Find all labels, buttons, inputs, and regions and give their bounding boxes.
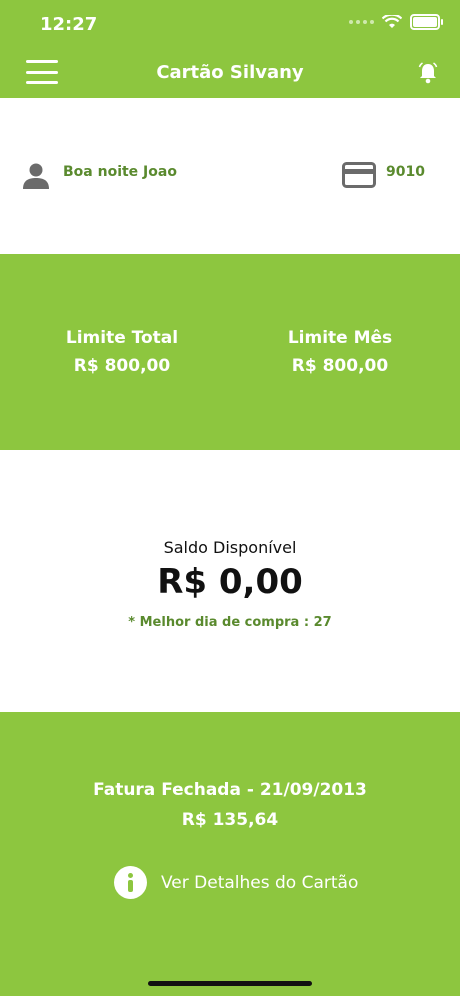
page-title: Cartão Silvany	[156, 62, 304, 83]
top-bar: 12:27 Cartão Silvany	[0, 0, 460, 98]
card-details-label: Ver Detalhes do Cartão	[161, 872, 359, 893]
limits-section: Limite Total R$ 800,00 Limite Mês R$ 800…	[0, 254, 460, 450]
home-indicator[interactable]	[148, 981, 312, 986]
bell-icon[interactable]	[418, 62, 438, 84]
status-icons	[349, 14, 443, 30]
limit-total-value: R$ 800,00	[73, 356, 171, 376]
invoice-section: Fatura Fechada - 21/09/2013 R$ 135,64 Ve…	[0, 712, 460, 996]
user-icon	[23, 163, 49, 189]
invoice-value: R$ 135,64	[181, 810, 279, 830]
greeting-row: Boa noite Joao 9010	[0, 98, 460, 254]
battery-icon	[410, 14, 443, 30]
signal-dots-icon	[349, 20, 374, 24]
card-details-button[interactable]: Ver Detalhes do Cartão	[114, 866, 358, 899]
limit-total-label: Limite Total	[65, 328, 179, 348]
limit-month-label: Limite Mês	[287, 328, 393, 348]
limit-month: Limite Mês R$ 800,00	[240, 328, 440, 376]
greeting-text: Boa noite Joao	[63, 164, 177, 180]
wifi-icon	[382, 15, 402, 28]
invoice-title: Fatura Fechada - 21/09/2013	[93, 780, 367, 800]
limit-total: Limite Total R$ 800,00	[22, 328, 222, 376]
best-purchase-day-note: * Melhor dia de compra : 27	[128, 615, 332, 630]
card-number: 9010	[386, 164, 425, 180]
balance-label: Saldo Disponível	[163, 538, 297, 557]
info-icon	[114, 866, 147, 899]
credit-card-icon	[342, 162, 376, 188]
status-time: 12:27	[40, 14, 98, 35]
balance-section: Saldo Disponível R$ 0,00 * Melhor dia de…	[0, 450, 460, 712]
limit-month-value: R$ 800,00	[291, 356, 389, 376]
balance-value: R$ 0,00	[157, 562, 303, 602]
